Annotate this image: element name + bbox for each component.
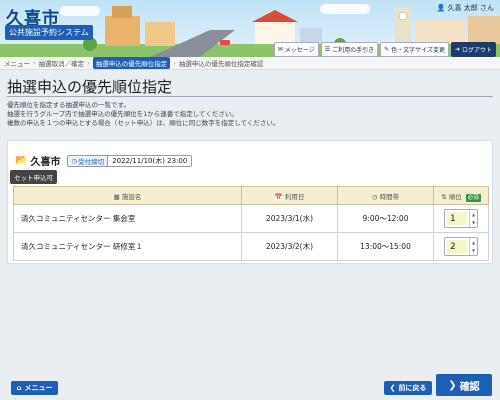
required-badge: 必須 [465, 193, 481, 202]
chevron-down-icon[interactable]: ▼ [470, 247, 477, 256]
sort-icon: ⇅ [441, 192, 447, 201]
confirm-button[interactable]: ❯ 確認 [436, 374, 492, 396]
deadline-label-box: ◷ 受付締切 [68, 155, 109, 166]
facility-cell: 清久コミュニティセンター 集会室 [13, 204, 242, 233]
building [145, 22, 175, 46]
breadcrumb-item-confirm: 抽選申込の優先順位指定確認 [178, 60, 264, 68]
system-name: 公共施設予約システム [5, 25, 93, 40]
column-header-facility: ▦ 施設名 [13, 186, 242, 205]
date-cell: 2023/3/2(木) [241, 232, 338, 261]
calendar-icon: 📅 [274, 192, 283, 201]
pencil-icon: ✎ [384, 46, 390, 53]
facility-card: 📂 久喜市 ◷ 受付締切 2022/11/10(木) 23:00 セット申込可 … [7, 140, 493, 264]
chevron-left-icon: ❮ [389, 384, 396, 392]
description-line: 優先順位を指定する抽選申込の一覧です。 [7, 101, 130, 109]
rank-input[interactable]: 1 [447, 212, 467, 225]
display-label: 色・文字サイズ変更 [391, 47, 445, 54]
set-application-badge: セット申込可 [10, 170, 57, 184]
book-icon: ☰ [324, 46, 331, 53]
table-row: 清久コミュニティセンター 研修室１ 2023/3/2(木) 13:00～15:0… [13, 232, 489, 261]
logout-button[interactable]: ➜ ログアウト [450, 42, 496, 57]
chevron-right-icon: ❯ [448, 379, 457, 391]
column-header-date: 📅 利用日 [241, 186, 338, 205]
facility-cell: 清久コミュニティセンター 研修室１ [13, 232, 242, 261]
message-button[interactable]: ✉ メッセージ [273, 42, 319, 57]
application-table: ▦ 施設名 📅 利用日 ◷ 時間帯 ⇅ 順位 必須 清久コミュニティセンター 集… [13, 186, 489, 261]
table-header-row: ▦ 施設名 📅 利用日 ◷ 時間帯 ⇅ 順位 必須 [13, 186, 489, 205]
back-button-label: 前に戻る [398, 384, 427, 392]
folder-icon: 📂 [15, 155, 28, 166]
logout-icon: ➜ [454, 46, 460, 53]
column-rank-label: 順位 [448, 192, 462, 201]
user-area: 👤 久喜 太郎 さん [437, 3, 494, 13]
page-description: 優先順位を指定する抽選申込の一覧です。 抽選を行うグループ内で抽選申込の優先順位… [7, 101, 279, 128]
clock-icon: ◷ [71, 156, 78, 165]
building [112, 6, 132, 18]
breadcrumb-item-menu[interactable]: メニュー [4, 58, 30, 68]
breadcrumb-separator-icon: › [173, 59, 176, 67]
confirm-button-label: 確認 [459, 381, 480, 393]
deadline-label: 受付締切 [78, 157, 105, 166]
building [468, 16, 500, 44]
page-title: 抽選申込の優先順位指定 [7, 78, 173, 96]
deadline-box: ◷ 受付締切 2022/11/10(木) 23:00 [67, 154, 193, 167]
user-icon: 👤 [436, 4, 446, 12]
home-icon: ⌂ [16, 384, 22, 392]
chevron-up-icon[interactable]: ▲ [470, 210, 477, 219]
rank-stepper[interactable]: 2 ▲ ▼ [444, 237, 478, 256]
header-buttons: ✉ メッセージ ☰ ご利用の手引き ✎ 色・文字サイズ変更 ➜ ログアウト [273, 42, 496, 57]
rank-cell: 1 ▲ ▼ [433, 204, 489, 233]
message-label: メッセージ [284, 47, 315, 54]
column-header-time: ◷ 時間帯 [337, 186, 434, 205]
roof [252, 10, 298, 22]
breadcrumb-separator-icon: › [87, 59, 90, 67]
stepper-arrows: ▲ ▼ [469, 210, 477, 227]
title-divider [7, 96, 493, 97]
clock [398, 11, 408, 21]
chevron-down-icon[interactable]: ▼ [470, 219, 477, 228]
menu-button[interactable]: ⌂ メニュー [11, 381, 58, 395]
building [105, 16, 140, 46]
description-line: 抽選を行うグループ内で抽選申込の優先順位を1から連番で指定してください。 [7, 110, 238, 118]
chevron-up-icon[interactable]: ▲ [470, 238, 477, 247]
chat-icon: ✉ [277, 46, 283, 53]
rank-input[interactable]: 2 [447, 240, 467, 253]
date-cell: 2023/3/1(水) [241, 204, 338, 233]
usage-label: ご利用の手引き [332, 47, 375, 54]
building-icon: ▦ [113, 192, 120, 201]
column-header-rank: ⇅ 順位 必須 [433, 186, 489, 205]
cloud [320, 4, 370, 14]
clock-icon: ◷ [371, 192, 378, 201]
back-button[interactable]: ❮ 前に戻る [384, 381, 432, 395]
breadcrumb-separator-icon: › [33, 59, 36, 67]
header: 久喜市 公共施設予約システム 👤 久喜 太郎 さん ✉ メッセージ ☰ ご利用の… [0, 0, 500, 57]
display-settings-button[interactable]: ✎ 色・文字サイズ変更 [380, 42, 449, 57]
column-facility-label: 施設名 [121, 192, 142, 201]
usage-guide-button[interactable]: ☰ ご利用の手引き [320, 42, 379, 57]
footer: ⌂ メニュー ❮ 前に戻る ❯ 確認 [0, 364, 500, 400]
description-line: 複数の申込を１つの申込とする場合（セット申込）は、順位に同じ数字を指定してくださ… [7, 119, 280, 127]
cloud [60, 6, 100, 16]
column-date-label: 利用日 [284, 192, 305, 201]
user-name: 久喜 太郎 さん [447, 4, 494, 12]
stepper-arrows: ▲ ▼ [469, 238, 477, 255]
menu-button-label: メニュー [24, 384, 53, 392]
breadcrumb: メニュー › 抽選取消／確定 › 抽選申込の優先順位指定 › 抽選申込の優先順位… [0, 57, 500, 70]
deadline-value: 2022/11/10(木) 23:00 [112, 156, 188, 165]
table-row: 清久コミュニティセンター 集会室 2023/3/1(水) 9:00～12:00 … [13, 204, 489, 233]
breadcrumb-item-cancel-confirm[interactable]: 抽選取消／確定 [39, 58, 85, 68]
building [415, 20, 465, 44]
time-cell: 13:00～15:00 [337, 232, 434, 261]
column-time-label: 時間帯 [379, 192, 400, 201]
facility-name: 久喜市 [30, 157, 61, 168]
facility-header: 📂 久喜市 ◷ 受付締切 2022/11/10(木) 23:00 [15, 153, 193, 168]
car [220, 40, 230, 45]
building [255, 20, 295, 44]
rank-stepper[interactable]: 1 ▲ ▼ [444, 209, 478, 228]
rank-cell: 2 ▲ ▼ [433, 232, 489, 261]
breadcrumb-item-current: 抽選申込の優先順位指定 [92, 57, 171, 69]
logout-label: ログアウト [461, 47, 492, 54]
time-cell: 9:00～12:00 [337, 204, 434, 233]
